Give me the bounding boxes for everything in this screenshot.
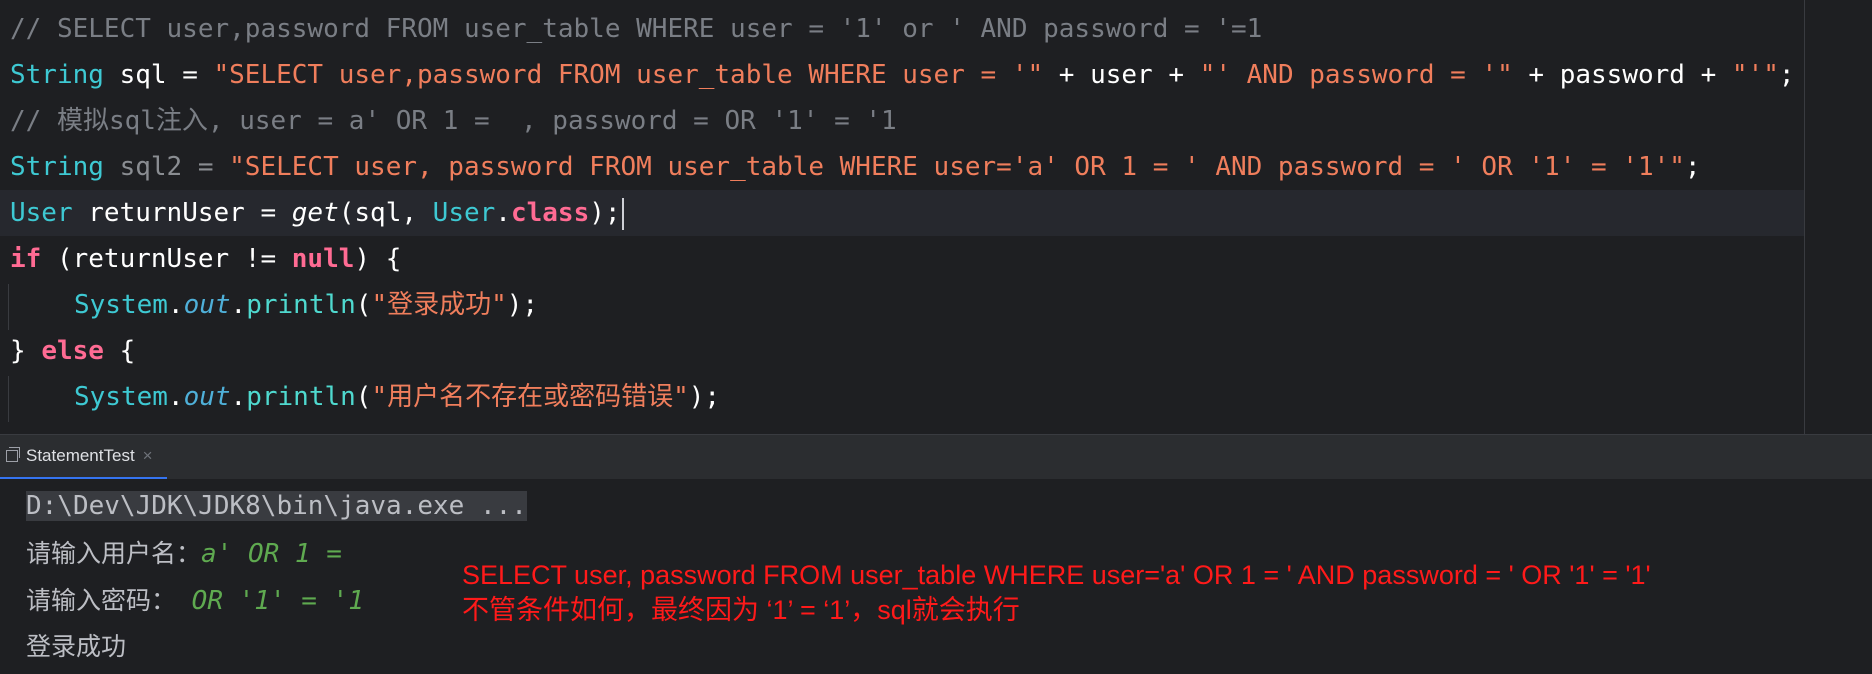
type-name: System <box>74 290 168 320</box>
code-text: . <box>230 290 247 320</box>
method-call: get <box>291 198 339 228</box>
run-tool-window-tabbar: StatementTest × <box>0 435 1872 480</box>
code-text: ( <box>355 290 372 320</box>
code-text: (returnUser != <box>41 244 292 274</box>
prompt-text: 请输入用户名： <box>26 539 202 568</box>
result-text: 登录成功 <box>26 632 127 661</box>
code-text: sql = <box>103 60 214 90</box>
string-literal: "SELECT user,password FROM user_table WH… <box>213 60 1044 90</box>
string-literal: "'" <box>1731 60 1779 90</box>
code-text: returnUser = <box>72 198 292 228</box>
comment: , password = OR '1' = '1 <box>505 106 897 136</box>
type-name: System <box>74 382 168 412</box>
code-text: . <box>495 198 511 228</box>
right-margin-guide <box>1804 0 1805 434</box>
static-field: out <box>183 382 231 412</box>
code-text: ) { <box>354 244 402 274</box>
code-text: { <box>103 336 136 366</box>
code-text: ( <box>355 382 372 412</box>
keyword: else <box>41 336 104 366</box>
type-name: String <box>10 152 104 182</box>
keyword: class <box>510 198 590 228</box>
java-command[interactable]: D:\Dev\JDK\JDK8\bin\java.exe ... <box>26 491 527 521</box>
code-line-6[interactable]: if (returnUser != null) { <box>0 236 1804 282</box>
string-literal: "SELECT user, password FROM user_table W… <box>229 152 1685 182</box>
code-text: . <box>230 382 247 412</box>
code-line-9[interactable]: System.out.println("用户名不存在或密码错误"); <box>0 374 1804 420</box>
code-text: ; <box>1684 152 1701 182</box>
close-icon[interactable]: × <box>143 446 153 466</box>
annotation-note: 不管条件如何，最终因为 ‘1’ = ‘1’，sql就会执行 <box>462 595 1020 625</box>
method-name: println <box>246 382 356 412</box>
prompt-text: 请输入密码： <box>26 586 177 615</box>
code-line-4[interactable]: String sql2 = "SELECT user, password FRO… <box>0 144 1804 190</box>
code-line-5-current[interactable]: User returnUser = get(sql, User.class); <box>0 190 1804 236</box>
static-field: out <box>183 290 231 320</box>
run-console-icon <box>6 447 20 462</box>
code-text: ); <box>589 198 621 228</box>
code-text: + password + <box>1512 60 1732 90</box>
code-text: ); <box>506 290 539 320</box>
keyword: if <box>10 244 42 274</box>
code-line-7[interactable]: System.out.println("登录成功"); <box>0 282 1804 328</box>
tab-statementtest[interactable]: StatementTest × <box>0 435 167 479</box>
code-editor[interactable]: // SELECT user,password FROM user_table … <box>0 0 1872 435</box>
console-prompt-username: 请输入用户名：a' OR 1 = <box>26 531 342 577</box>
code-line-8[interactable]: } else { <box>0 328 1804 374</box>
string-literal: "' AND password = '" <box>1199 60 1513 90</box>
code-text: . <box>167 382 184 412</box>
method-name: println <box>246 290 356 320</box>
code-line-3[interactable]: // 模拟sql注入, user = a' OR 1 = , password … <box>0 98 1804 144</box>
console-result: 登录成功 <box>26 624 126 670</box>
user-input: OR '1' = '1 <box>176 586 364 616</box>
code-text: + user + <box>1043 60 1200 90</box>
comment: // 模拟sql注入, user = a' OR 1 = <box>10 106 506 136</box>
user-input: a' OR 1 = <box>201 539 342 569</box>
type-name: String <box>10 60 104 90</box>
code-text: (sql, <box>338 198 433 228</box>
string-literal: "用户名不存在或密码错误" <box>371 382 689 412</box>
annotation-sql: SELECT user, password FROM user_table WH… <box>462 560 1651 590</box>
tab-label: StatementTest <box>26 446 135 465</box>
type-name: User <box>10 198 73 228</box>
keyword: null <box>291 244 355 274</box>
unused-variable: sql2 = <box>103 152 230 182</box>
code-text: ; <box>1778 60 1795 90</box>
code-line-2[interactable]: String sql = "SELECT user,password FROM … <box>0 52 1804 98</box>
console-prompt-password: 请输入密码： OR '1' = '1 <box>26 578 364 624</box>
type-name: User <box>432 198 496 228</box>
code-text: ); <box>688 382 721 412</box>
code-text: } <box>10 336 42 366</box>
code-text: . <box>167 290 184 320</box>
code-line-1[interactable]: // SELECT user,password FROM user_table … <box>0 6 1804 52</box>
console-command-line: D:\Dev\JDK\JDK8\bin\java.exe ... <box>26 483 527 529</box>
comment: // SELECT user,password FROM user_table … <box>10 14 1263 44</box>
text-caret <box>621 197 624 230</box>
string-literal: "登录成功" <box>371 290 507 320</box>
